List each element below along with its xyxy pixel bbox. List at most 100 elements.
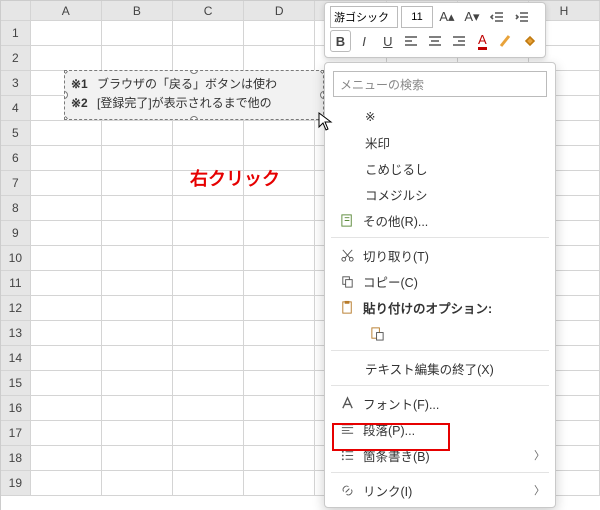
resize-handle[interactable]: [64, 91, 68, 99]
row-header[interactable]: 7: [1, 171, 31, 196]
cell[interactable]: [31, 346, 102, 371]
grow-font-button[interactable]: A▴: [436, 6, 458, 28]
align-right-button[interactable]: [448, 30, 469, 52]
shrink-font-button[interactable]: A▾: [461, 6, 483, 28]
row-header[interactable]: 18: [1, 446, 31, 471]
cell[interactable]: [102, 421, 173, 446]
ime-other-item[interactable]: その他(R)...: [325, 207, 555, 233]
shape-fill-button[interactable]: [519, 30, 540, 52]
cell[interactable]: [31, 321, 102, 346]
cell[interactable]: [31, 46, 102, 71]
cell[interactable]: [31, 221, 102, 246]
cell[interactable]: [244, 121, 315, 146]
row-header[interactable]: 14: [1, 346, 31, 371]
row-header[interactable]: 12: [1, 296, 31, 321]
shape-outline-button[interactable]: [496, 30, 517, 52]
cell[interactable]: [102, 296, 173, 321]
cell[interactable]: [244, 221, 315, 246]
cell[interactable]: [31, 21, 102, 46]
cell[interactable]: [102, 346, 173, 371]
align-left-button[interactable]: [401, 30, 422, 52]
row-header[interactable]: 19: [1, 471, 31, 496]
cell[interactable]: [173, 221, 244, 246]
row-header[interactable]: 10: [1, 246, 31, 271]
ime-candidate[interactable]: コメジルシ: [325, 181, 555, 207]
cell[interactable]: [31, 196, 102, 221]
row-header[interactable]: 5: [1, 121, 31, 146]
cell[interactable]: [173, 446, 244, 471]
select-all-corner[interactable]: [1, 1, 31, 21]
cell[interactable]: [102, 171, 173, 196]
cell[interactable]: [31, 171, 102, 196]
cell[interactable]: [102, 196, 173, 221]
cell[interactable]: [244, 346, 315, 371]
cell[interactable]: [102, 271, 173, 296]
cell[interactable]: [31, 396, 102, 421]
cell[interactable]: [31, 446, 102, 471]
row-header[interactable]: 16: [1, 396, 31, 421]
cell[interactable]: [102, 396, 173, 421]
cell[interactable]: [102, 21, 173, 46]
cell[interactable]: [102, 146, 173, 171]
row-header[interactable]: 13: [1, 321, 31, 346]
cell[interactable]: [244, 321, 315, 346]
menu-search-input[interactable]: メニューの検索: [333, 71, 547, 97]
cell[interactable]: [102, 371, 173, 396]
ime-candidate[interactable]: ※: [325, 103, 555, 129]
cut-item[interactable]: 切り取り(T): [325, 242, 555, 268]
cell[interactable]: [173, 46, 244, 71]
cell[interactable]: [173, 321, 244, 346]
row-header[interactable]: 6: [1, 146, 31, 171]
increase-indent-button[interactable]: [511, 6, 533, 28]
cell[interactable]: [102, 471, 173, 496]
cell[interactable]: [31, 246, 102, 271]
cell[interactable]: [31, 421, 102, 446]
cell[interactable]: [31, 121, 102, 146]
cell[interactable]: [244, 196, 315, 221]
row-header[interactable]: 8: [1, 196, 31, 221]
paragraph-item[interactable]: 段落(P)...: [325, 416, 555, 442]
copy-item[interactable]: コピー(C): [325, 268, 555, 294]
cell[interactable]: [102, 321, 173, 346]
paste-option-button[interactable]: [325, 320, 555, 346]
row-header[interactable]: 11: [1, 271, 31, 296]
cell[interactable]: [102, 221, 173, 246]
cell[interactable]: [173, 21, 244, 46]
resize-handle[interactable]: [190, 116, 198, 120]
row-header[interactable]: 1: [1, 21, 31, 46]
resize-handle[interactable]: [64, 116, 68, 120]
font-select[interactable]: [330, 6, 398, 28]
cell[interactable]: [173, 121, 244, 146]
bullets-item[interactable]: 箇条書き(B) 〉: [325, 442, 555, 468]
underline-button[interactable]: U: [377, 30, 398, 52]
cell[interactable]: [31, 371, 102, 396]
cell[interactable]: [173, 471, 244, 496]
cell[interactable]: [31, 296, 102, 321]
resize-handle[interactable]: [190, 70, 198, 74]
decrease-indent-button[interactable]: [486, 6, 508, 28]
cell[interactable]: [244, 21, 315, 46]
text-box-shape[interactable]: ※1ブラウザの「戻る」ボタンは使わ ※2[登録完了]が表示されるまで他の: [64, 70, 324, 120]
row-header[interactable]: 2: [1, 46, 31, 71]
cell[interactable]: [173, 246, 244, 271]
cell[interactable]: [244, 46, 315, 71]
align-center-button[interactable]: [425, 30, 446, 52]
col-header[interactable]: B: [102, 1, 173, 21]
font-color-button[interactable]: A: [472, 30, 493, 52]
cell[interactable]: [102, 121, 173, 146]
cell[interactable]: [102, 46, 173, 71]
row-header[interactable]: 9: [1, 221, 31, 246]
cell[interactable]: [31, 471, 102, 496]
cell[interactable]: [173, 346, 244, 371]
cell[interactable]: [173, 371, 244, 396]
cell[interactable]: [244, 471, 315, 496]
font-size-select[interactable]: [401, 6, 433, 28]
bold-button[interactable]: B: [330, 30, 351, 52]
cell[interactable]: [173, 196, 244, 221]
cell[interactable]: [244, 296, 315, 321]
row-header[interactable]: 17: [1, 421, 31, 446]
row-header[interactable]: 3: [1, 71, 31, 96]
cell[interactable]: [244, 421, 315, 446]
ime-candidate[interactable]: こめじるし: [325, 155, 555, 181]
end-text-edit-item[interactable]: テキスト編集の終了(X): [325, 355, 555, 381]
